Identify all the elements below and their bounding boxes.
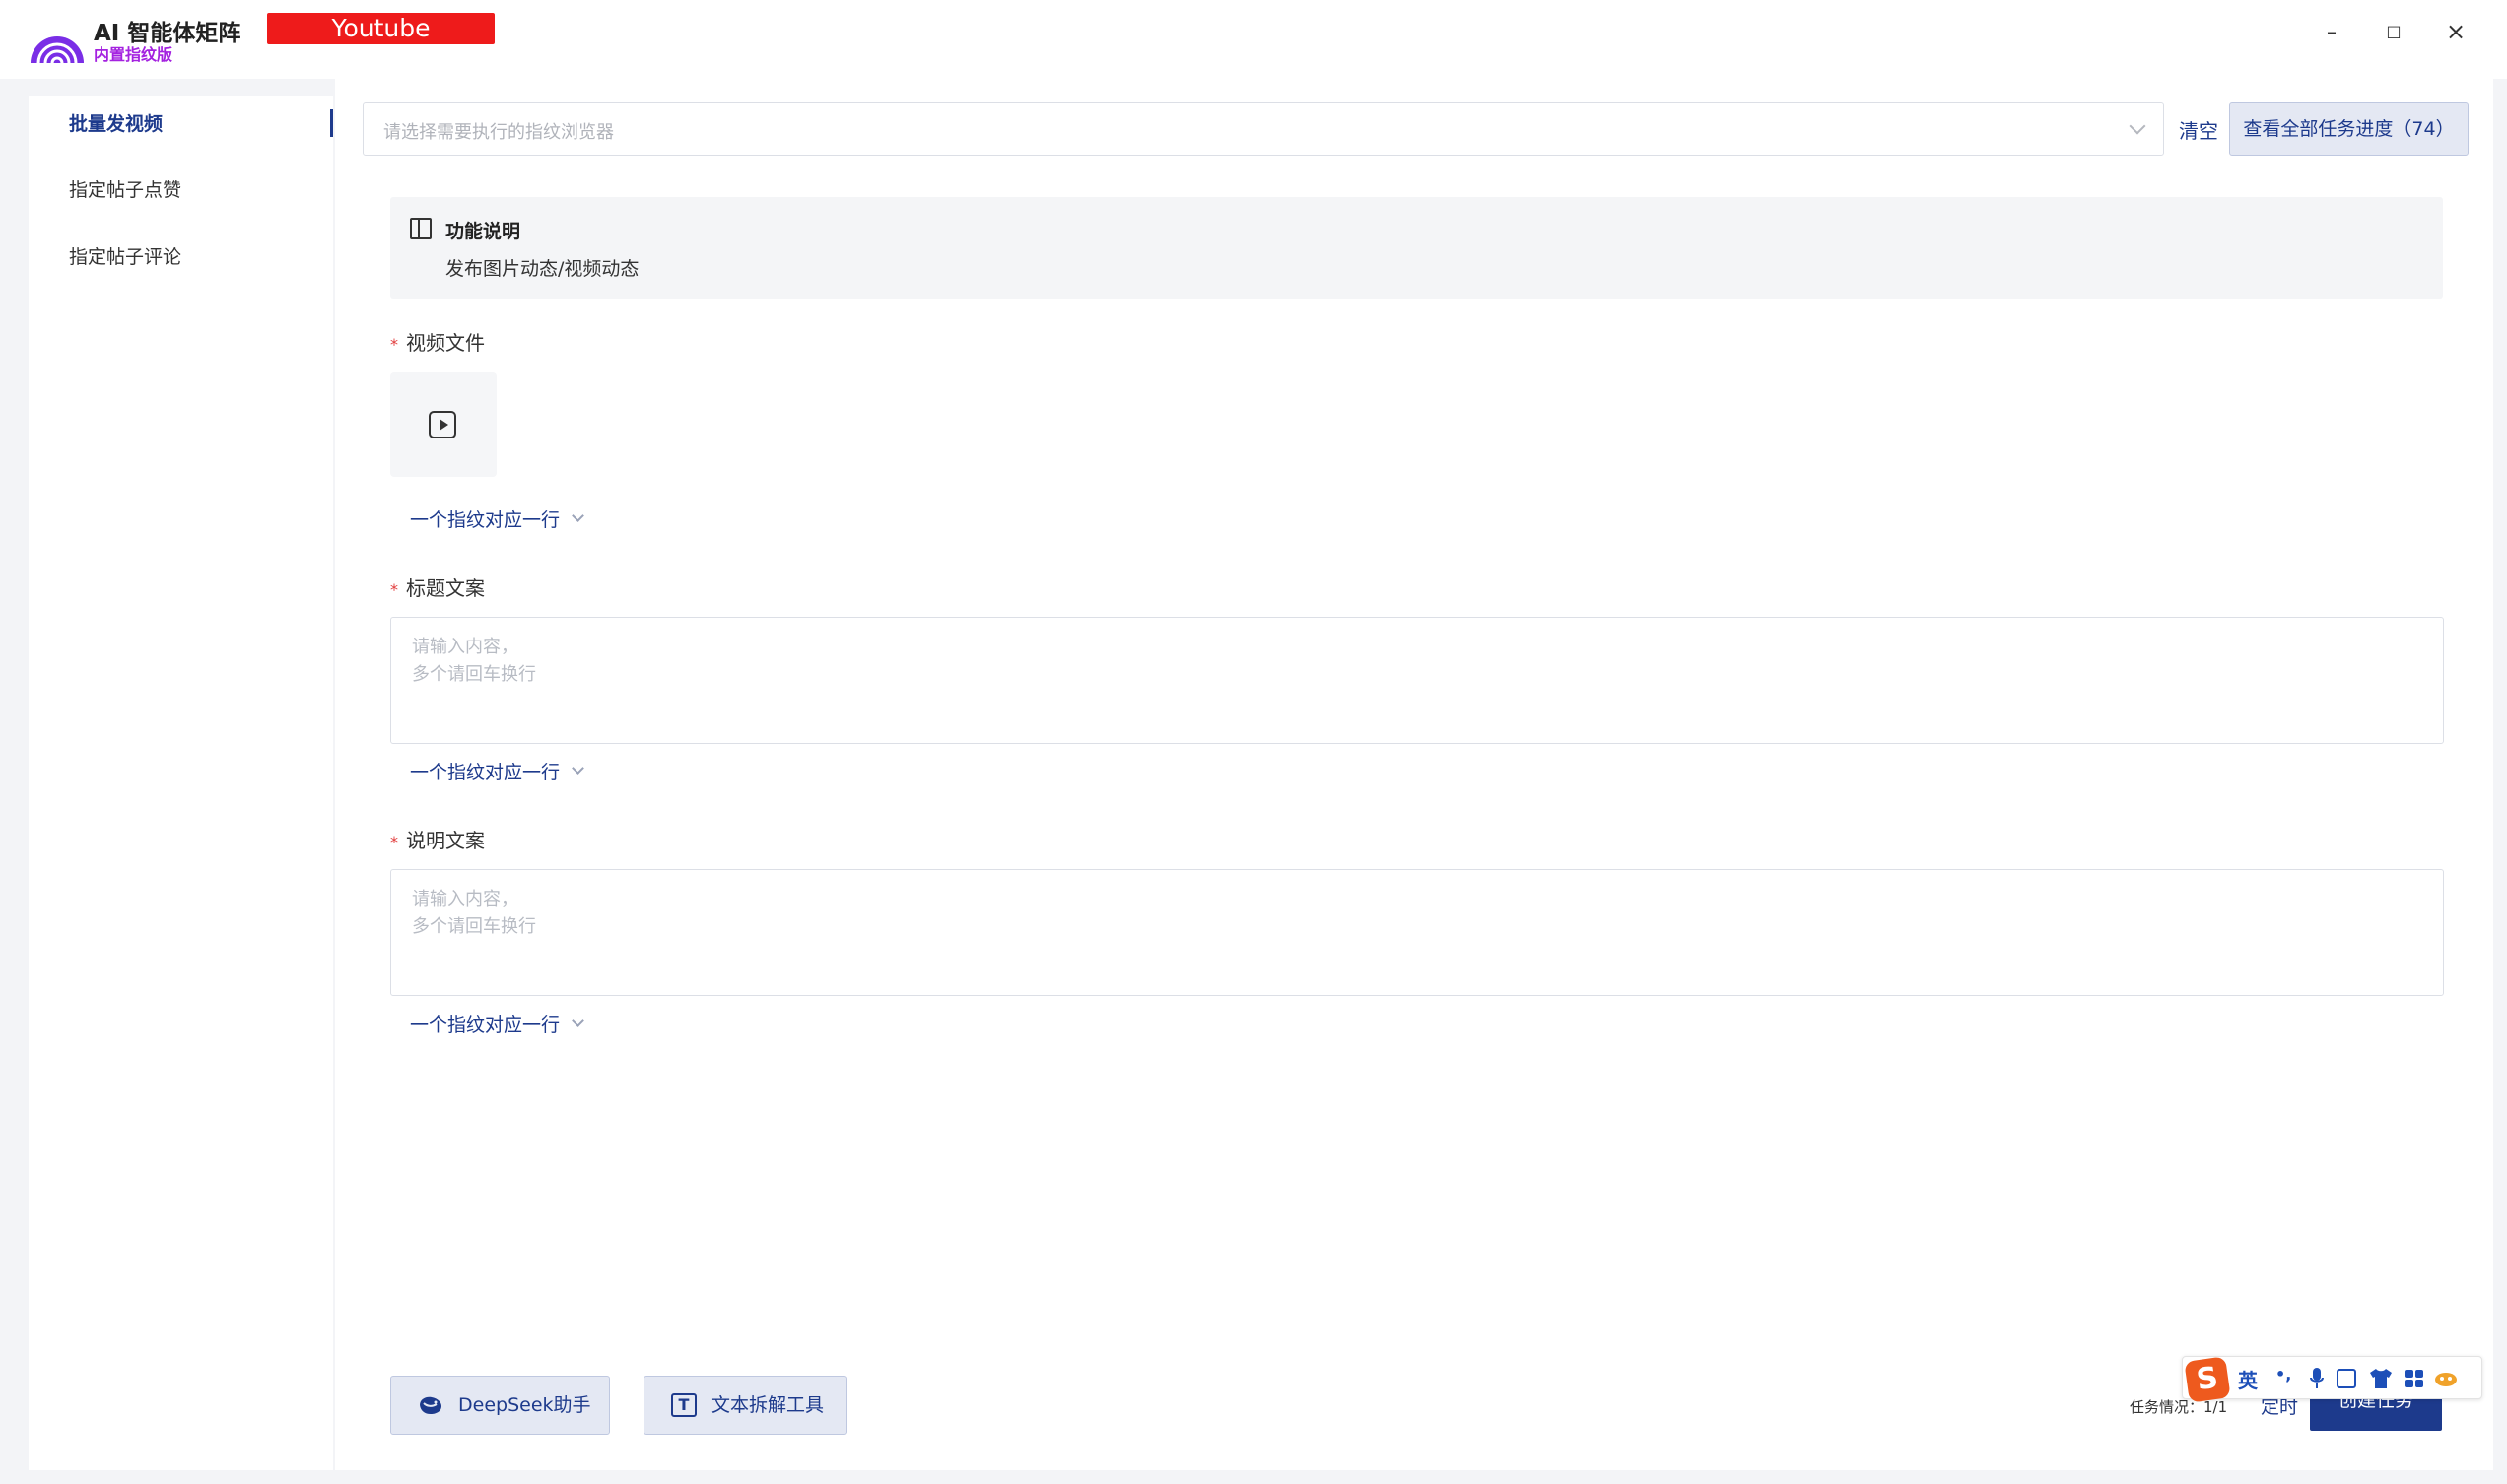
title-copy-placeholder: 请输入内容， 多个请回车换行 [412,637,536,685]
microphone-icon[interactable] [2309,1367,2325,1390]
sidebar-item-batch-video[interactable]: 批量发视频 [29,96,333,153]
text-icon: T [671,1393,697,1417]
function-info-box: 功能说明 发布图片动态/视频动态 [390,197,2443,299]
required-mark: * [390,833,398,851]
browser-select[interactable]: 请选择需要执行的指纹浏览器 [363,102,2164,156]
toolbox-grid-icon[interactable] [2405,1369,2424,1388]
fingerprint-logo-icon [31,36,84,63]
title-hint-toggle[interactable]: 一个指纹对应一行 [410,758,584,784]
info-title: 功能说明 [445,221,521,242]
ime-toolbar[interactable]: S 英 •, [2182,1356,2482,1403]
mascot-icon [2435,1373,2457,1386]
maximize-button[interactable]: □ [2379,17,2408,46]
sidebar-item-label: 指定帖子点赞 [69,179,182,201]
close-button[interactable]: × [2441,17,2471,46]
video-upload-button[interactable] [390,372,497,477]
minimize-button[interactable]: – [2317,17,2346,46]
required-mark: * [390,335,398,354]
whale-icon [420,1396,441,1414]
desc-copy-placeholder: 请输入内容， 多个请回车换行 [412,889,536,937]
keyboard-icon[interactable] [2337,1369,2356,1388]
sidebar-item-label: 批量发视频 [69,113,164,135]
ime-lang-toggle[interactable]: 英 [2238,1365,2258,1393]
platform-badge: Youtube [267,13,495,44]
title-copy-label: * 标题文案 [390,576,485,600]
video-hint-toggle[interactable]: 一个指纹对应一行 [410,506,584,532]
app-subtitle: 内置指纹版 [94,45,173,64]
chevron-down-icon [572,762,584,775]
active-indicator [330,109,333,137]
video-file-label: * 视频文件 [390,331,485,355]
sidebar-item-like[interactable]: 指定帖子点赞 [29,162,333,219]
sogou-logo-icon[interactable]: S [2184,1356,2231,1403]
deepseek-button[interactable]: DeepSeek助手 [390,1376,610,1435]
text-split-button[interactable]: T 文本拆解工具 [644,1376,847,1435]
deepseek-label: DeepSeek助手 [458,1394,591,1416]
text-split-label: 文本拆解工具 [711,1394,825,1416]
sidebar-item-comment[interactable]: 指定帖子评论 [29,229,333,286]
sidebar-item-label: 指定帖子评论 [69,246,182,268]
desc-copy-label: * 说明文案 [390,829,485,852]
ime-punct-toggle[interactable]: •, [2275,1365,2291,1383]
desc-hint-toggle[interactable]: 一个指纹对应一行 [410,1010,584,1037]
chevron-down-icon [572,1014,584,1027]
video-play-icon [429,411,456,438]
sidebar: 批量发视频 指定帖子点赞 指定帖子评论 [29,96,333,1470]
info-text: 发布图片动态/视频动态 [445,258,640,280]
book-icon [410,218,432,239]
title-copy-input[interactable]: 请输入内容， 多个请回车换行 [390,617,2444,744]
clear-button[interactable]: 清空 [2179,115,2218,144]
skin-shirt-icon[interactable] [2369,1368,2393,1389]
required-mark: * [390,580,398,599]
title-bar: AI 智能体矩阵 内置指纹版 Youtube – □ × [0,0,2507,79]
browser-select-placeholder: 请选择需要执行的指纹浏览器 [383,122,614,143]
chevron-down-icon [572,509,584,522]
chevron-down-icon [2129,117,2146,135]
view-progress-button[interactable]: 查看全部任务进度（74） [2229,102,2469,156]
desc-copy-input[interactable]: 请输入内容， 多个请回车换行 [390,869,2444,996]
